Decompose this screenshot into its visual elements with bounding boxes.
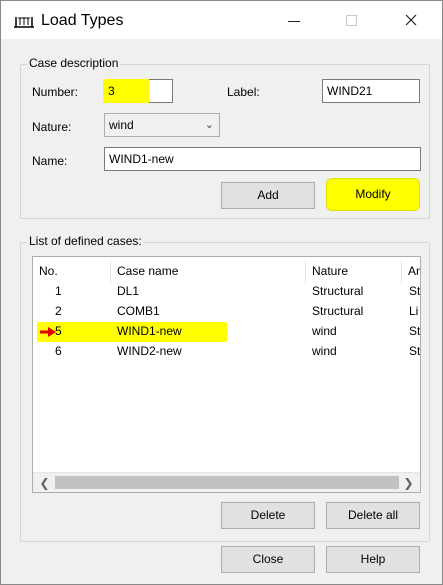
column-header-nature[interactable]: Nature <box>312 264 348 278</box>
name-label: Name: <box>32 154 68 168</box>
column-separator <box>305 260 306 284</box>
delete-button[interactable]: Delete <box>221 502 315 529</box>
title-bar[interactable]: Load Types <box>1 1 442 39</box>
name-field[interactable]: WIND1-new <box>104 147 421 171</box>
load-types-app-icon <box>14 17 34 28</box>
close-window-button[interactable] <box>388 1 434 39</box>
label-label: Label: <box>227 85 260 99</box>
chevron-down-icon: ⌄ <box>204 119 214 131</box>
modify-button[interactable]: Modify <box>326 178 420 211</box>
number-label: Number: <box>32 85 79 99</box>
horizontal-scrollbar[interactable]: ❮ ❯ <box>33 472 420 492</box>
list-item[interactable]: 6 WIND2-new wind St <box>33 342 421 362</box>
maximize-icon <box>345 14 357 26</box>
cell-analysis: St <box>409 324 421 338</box>
column-separator <box>401 260 402 284</box>
list-item[interactable]: 2 COMB1 Structural Li <box>33 302 420 322</box>
cell-case-name: WIND1-new <box>117 324 182 338</box>
defined-cases-title: List of defined cases: <box>27 234 144 248</box>
cell-case-name: COMB1 <box>117 304 160 318</box>
window-title: Load Types <box>41 12 124 29</box>
help-button[interactable]: Help <box>326 546 420 573</box>
cell-no: 6 <box>55 344 62 358</box>
cell-no: 5 <box>55 324 62 338</box>
scroll-right-icon[interactable]: ❯ <box>400 475 417 491</box>
close-button[interactable]: Close <box>221 546 315 573</box>
nature-select-value: wind <box>109 118 134 132</box>
close-icon <box>405 14 417 26</box>
cell-nature: Structural <box>312 284 364 298</box>
maximize-button[interactable] <box>328 1 374 39</box>
cell-nature: wind <box>312 344 337 358</box>
add-button[interactable]: Add <box>221 182 315 209</box>
column-header-case-name[interactable]: Case name <box>117 264 178 278</box>
label-field[interactable]: WIND21 <box>322 79 420 103</box>
delete-all-button[interactable]: Delete all <box>326 502 420 529</box>
cell-no: 2 <box>55 304 62 318</box>
list-item[interactable]: 1 DL1 Structural St <box>33 282 421 302</box>
scrollbar-thumb[interactable] <box>55 476 399 489</box>
red-arrow-marker-icon <box>40 327 56 337</box>
column-header-analysis[interactable]: An <box>408 264 420 278</box>
minimize-button[interactable] <box>271 1 317 39</box>
load-types-dialog: Load Types Case description Number: 3 La… <box>0 0 443 585</box>
cases-list[interactable]: No. Case name Nature An 1 DL1 Structural… <box>32 256 421 493</box>
minimize-icon <box>288 20 300 22</box>
cell-nature: wind <box>312 324 337 338</box>
number-field[interactable]: 3 <box>103 79 149 103</box>
cell-no: 1 <box>55 284 62 298</box>
column-header-no[interactable]: No. <box>39 264 58 278</box>
cell-case-name: WIND2-new <box>117 344 182 358</box>
cell-case-name: DL1 <box>117 284 140 298</box>
column-separator <box>110 260 111 284</box>
list-item-selected[interactable]: 5 WIND1-new wind St <box>33 322 421 342</box>
cell-analysis: Li <box>409 304 419 318</box>
nature-select[interactable]: wind ⌄ <box>104 113 220 137</box>
cell-analysis: St <box>409 344 421 358</box>
scroll-left-icon[interactable]: ❮ <box>36 475 53 491</box>
cell-analysis: St <box>409 284 421 298</box>
case-description-title: Case description <box>27 56 121 70</box>
nature-label: Nature: <box>32 120 72 134</box>
cell-nature: Structural <box>312 304 364 318</box>
